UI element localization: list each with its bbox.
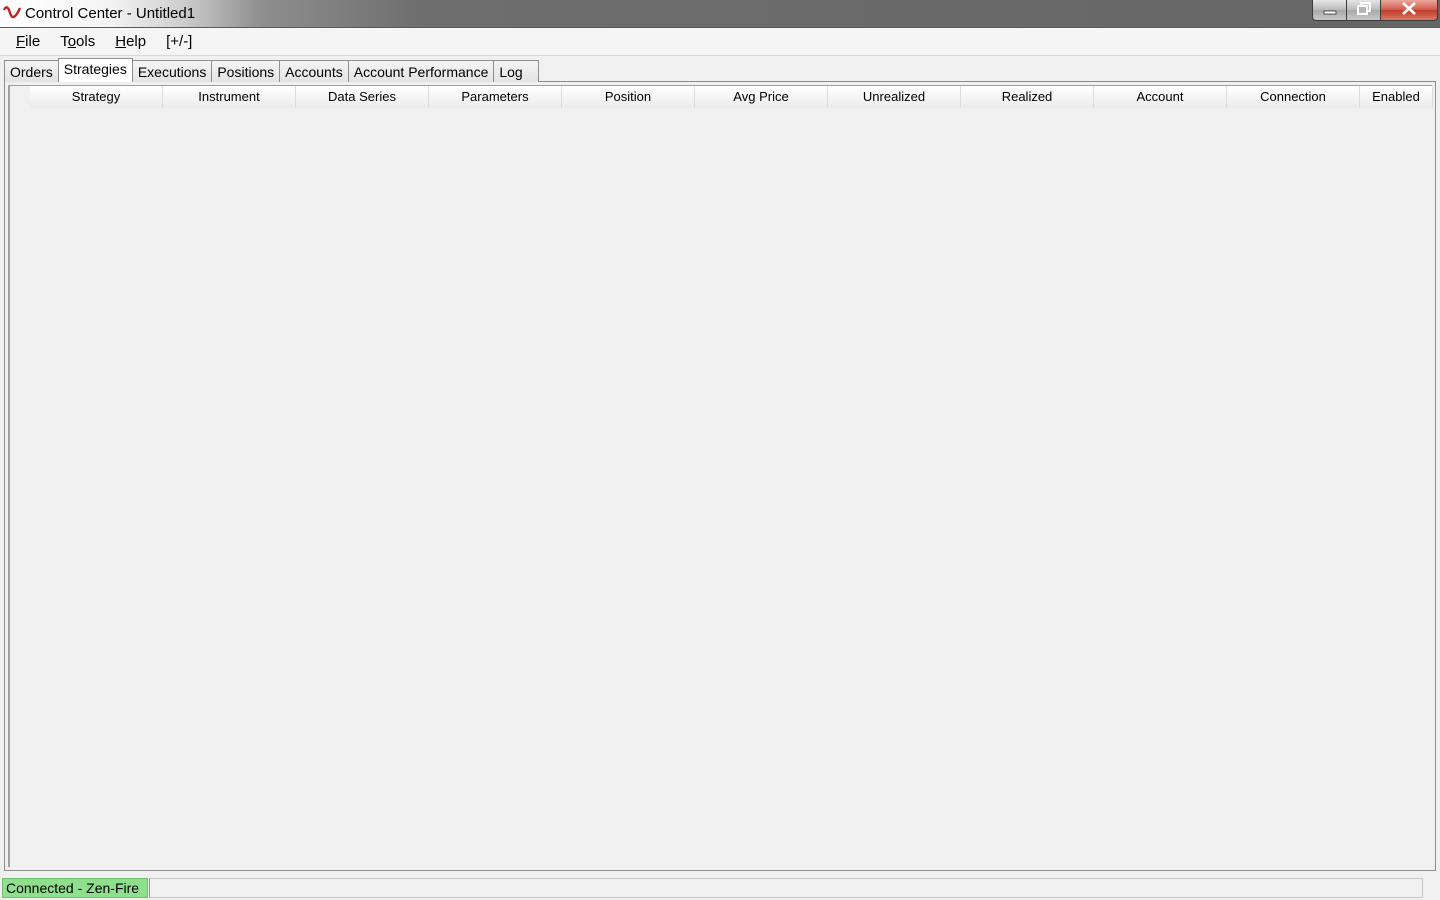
connection-status: Connected - Zen-Fire [2, 878, 148, 898]
strategies-grid[interactable]: Strategy Instrument Data Series Paramete… [8, 85, 1433, 867]
column-header-parameters[interactable]: Parameters [429, 86, 562, 108]
close-button[interactable] [1380, 0, 1438, 21]
title-bar[interactable]: Control Center - Untitled1 [0, 0, 1440, 28]
column-header-enabled[interactable]: Enabled [1360, 86, 1433, 108]
minimize-button[interactable] [1312, 0, 1346, 21]
menu-tools[interactable]: Tools [50, 28, 105, 55]
menu-file[interactable]: File [0, 28, 50, 55]
restore-button[interactable] [1346, 0, 1380, 21]
column-header-account[interactable]: Account [1094, 86, 1227, 108]
ninja-swoosh-icon [2, 5, 22, 21]
minimize-icon [1323, 3, 1337, 18]
column-header-connection[interactable]: Connection [1227, 86, 1360, 108]
column-header-avg-price[interactable]: Avg Price [695, 86, 828, 108]
tab-executions[interactable]: Executions [132, 60, 213, 82]
control-center-window: Control Center - Untitled1 File Tools He… [0, 0, 1440, 900]
column-header-strategy[interactable]: Strategy [30, 86, 163, 108]
grid-header: Strategy Instrument Data Series Paramete… [30, 86, 1433, 108]
window-controls [1312, 0, 1438, 22]
close-icon [1401, 2, 1417, 18]
status-bar: Connected - Zen-Fire [0, 876, 1440, 900]
tab-log[interactable]: Log [494, 60, 540, 82]
tab-orders[interactable]: Orders [4, 60, 59, 82]
menu-bar: File Tools Help [+/-] [0, 28, 1440, 56]
tab-positions[interactable]: Positions [212, 60, 281, 82]
column-header-realized[interactable]: Realized [961, 86, 1094, 108]
window-title: Control Center - Untitled1 [25, 5, 196, 22]
tab-account-performance[interactable]: Account Performance [348, 60, 495, 82]
status-message-area [149, 878, 1423, 898]
column-header-position[interactable]: Position [562, 86, 695, 108]
menu-toggle-plus-minus[interactable]: [+/-] [156, 28, 202, 55]
tab-strip: Orders Strategies Executions Positions A… [4, 58, 540, 82]
column-header-instrument[interactable]: Instrument [163, 86, 296, 108]
column-header-unrealized[interactable]: Unrealized [828, 86, 961, 108]
strategies-tab-panel: Strategy Instrument Data Series Paramete… [4, 81, 1436, 871]
tab-strategies[interactable]: Strategies [57, 58, 133, 82]
column-header-data-series[interactable]: Data Series [296, 86, 429, 108]
tab-accounts[interactable]: Accounts [280, 60, 349, 82]
menu-help[interactable]: Help [105, 28, 156, 55]
restore-icon [1356, 2, 1371, 18]
